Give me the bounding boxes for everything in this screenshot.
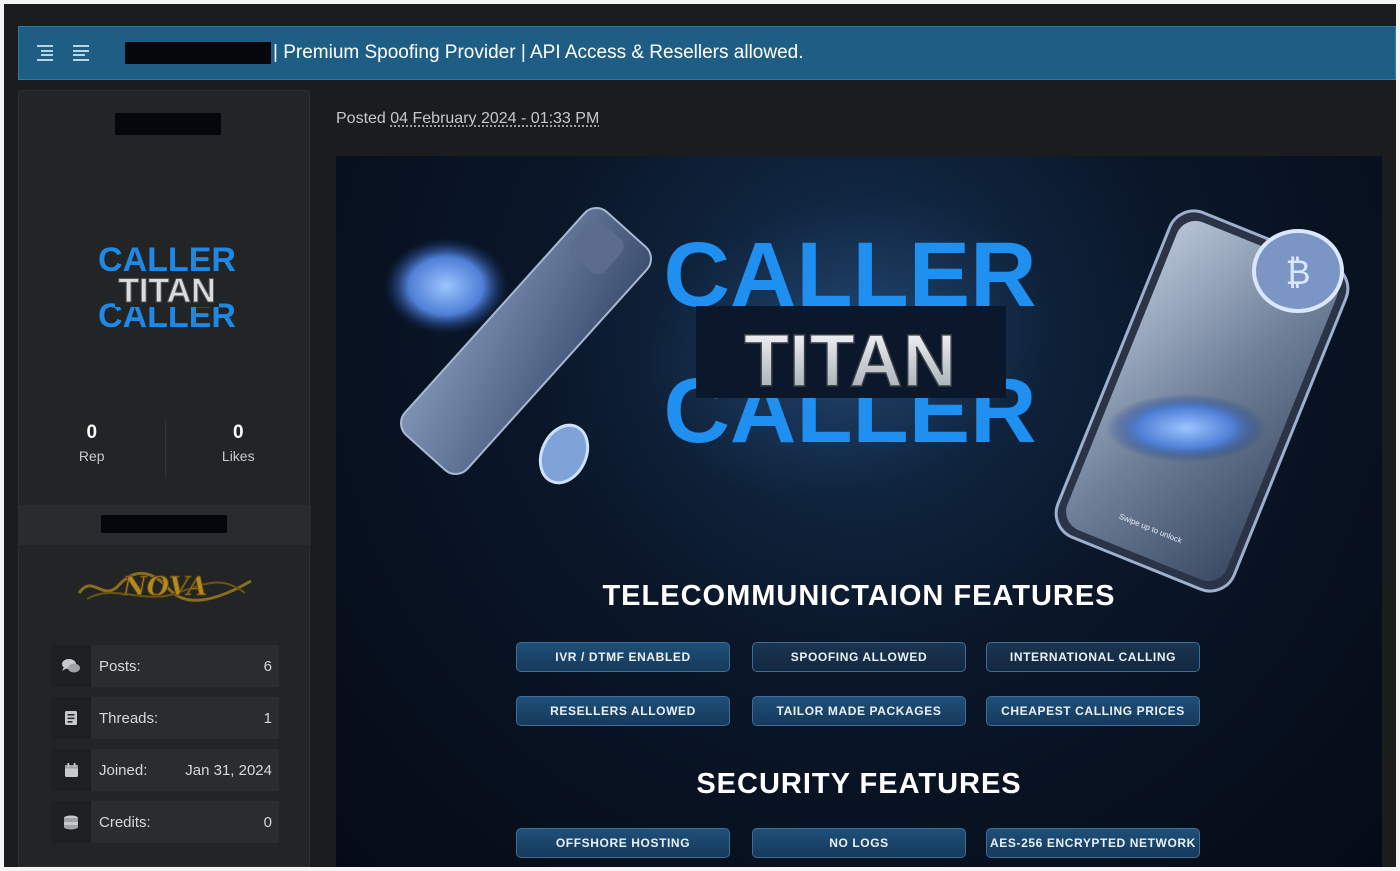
rep-stat[interactable]: 0 Rep	[19, 421, 166, 477]
feature-pill: IVR / DTMF ENABLED	[516, 642, 730, 672]
thread-title: | Premium Spoofing Provider | API Access…	[273, 42, 804, 63]
redacted-user-group	[101, 515, 227, 533]
redacted-title-block	[125, 42, 271, 64]
chat-bubbles-icon	[51, 645, 91, 687]
avatar[interactable]: CALLER CALLER TITAN	[97, 241, 237, 331]
likes-value: 0	[232, 422, 244, 443]
joined-label: Joined:	[99, 761, 148, 779]
posts-label: Posts:	[99, 657, 141, 675]
rep-label: Rep	[78, 448, 105, 464]
joined-value: Jan 31, 2024	[185, 761, 272, 779]
forum-post-frame: | Premium Spoofing Provider | API Access…	[4, 4, 1396, 867]
threads-label: Threads:	[99, 709, 159, 727]
feature-pill: CHEAPEST CALLING PRICES	[986, 696, 1200, 726]
promo-banner-image: CALLER CALLER TITAN Swipe up to unlock ₿…	[336, 156, 1382, 867]
coins-icon	[51, 801, 91, 843]
threads-value: 1	[263, 709, 272, 727]
coin-small	[538, 423, 590, 485]
bitcoin-icon: ₿	[1285, 253, 1310, 293]
security-features-heading: SECURITY FEATURES	[696, 768, 1022, 800]
nova-rank-badge: NOVA	[77, 572, 252, 603]
feature-pill: NO LOGS	[752, 828, 966, 858]
thread-header-bar: | Premium Spoofing Provider | API Access…	[18, 26, 1396, 80]
svg-text:TITAN: TITAN	[118, 272, 216, 310]
telecom-features-heading: TELECOMMUNICTAION FEATURES	[602, 580, 1116, 612]
feature-pill: RESELLERS ALLOWED	[516, 696, 730, 726]
author-sidebar: CALLER CALLER TITAN 0 Rep 0 Likes NOVA P…	[18, 90, 311, 867]
feature-pill: SPOOFING ALLOWED	[752, 642, 966, 672]
glowing-orb-right	[1106, 394, 1266, 462]
posted-prefix: Posted	[336, 110, 386, 127]
calendar-icon	[51, 749, 91, 791]
reputation-stats: 0 Rep 0 Likes	[19, 421, 311, 477]
credits-label: Credits:	[99, 813, 151, 831]
user-group-band	[19, 505, 311, 545]
threads-row[interactable]: Threads: 1	[51, 697, 279, 739]
sidebar-toggle-icon[interactable]	[37, 45, 55, 61]
likes-label: Likes	[221, 448, 255, 464]
feature-pill: AES-256 ENCRYPTED NETWORK	[986, 828, 1200, 858]
likes-stat[interactable]: 0 Likes	[166, 421, 312, 477]
posted-date-link[interactable]: 04 February 2024 - 01:33 PM	[390, 110, 599, 127]
redacted-username[interactable]	[115, 113, 221, 135]
credits-value: 0	[263, 813, 272, 831]
document-icon	[51, 697, 91, 739]
feature-pill: INTERNATIONAL CALLING	[986, 642, 1200, 672]
list-view-icon[interactable]	[73, 45, 91, 61]
rep-value: 0	[86, 422, 98, 443]
post-timestamp: Posted 04 February 2024 - 01:33 PM	[336, 110, 599, 128]
banner-artwork: CALLER CALLER TITAN Swipe up to unlock ₿	[384, 207, 1350, 593]
feature-pill: TAILOR MADE PACKAGES	[752, 696, 966, 726]
posts-row[interactable]: Posts: 6	[51, 645, 279, 687]
svg-text:NOVA: NOVA	[122, 572, 207, 602]
joined-row[interactable]: Joined: Jan 31, 2024	[51, 749, 279, 791]
credits-row[interactable]: Credits: 0	[51, 801, 279, 843]
posts-value: 6	[263, 657, 272, 675]
logo-main-word: TITAN	[744, 319, 956, 402]
feature-pill: OFFSHORE HOSTING	[516, 828, 730, 858]
